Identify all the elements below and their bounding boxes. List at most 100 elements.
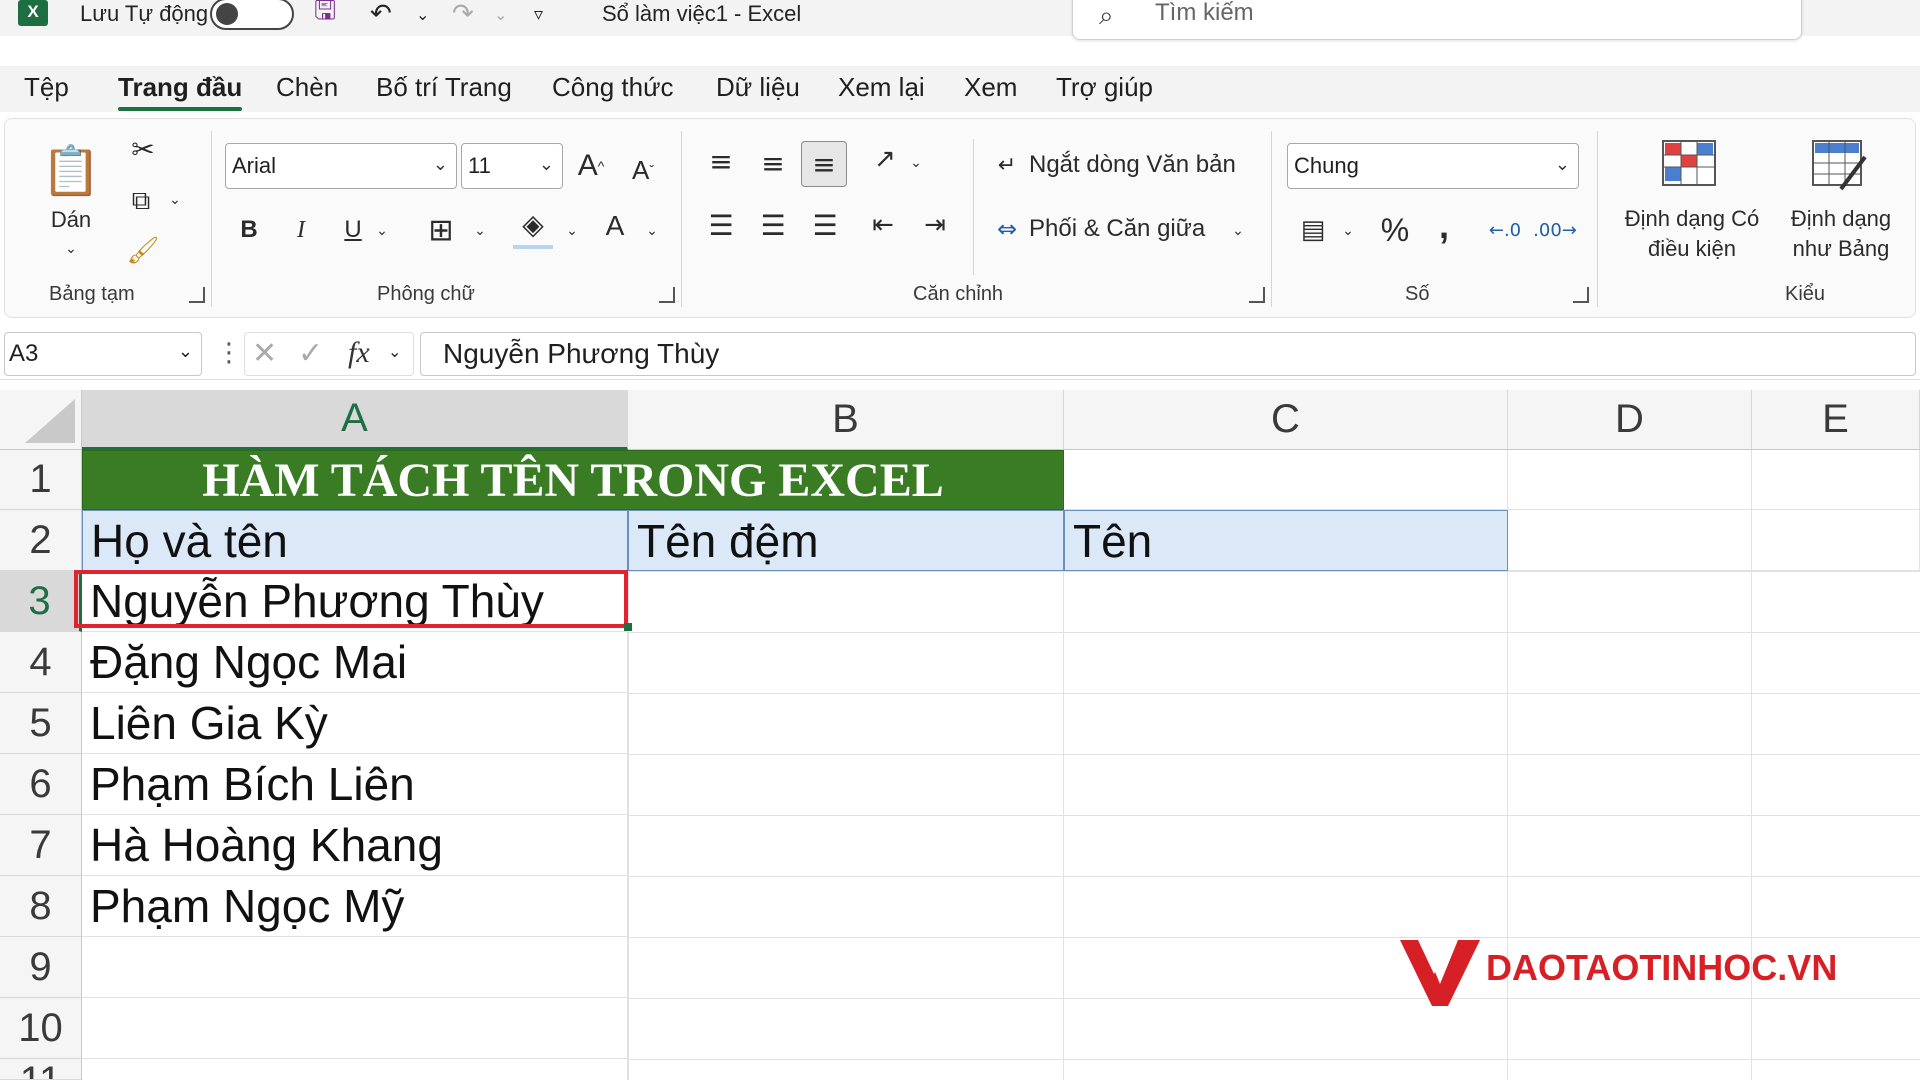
tab-review[interactable]: Xem lại xyxy=(838,72,925,103)
align-bottom-icon[interactable]: ≡ xyxy=(801,141,847,187)
insert-function-icon[interactable]: fx xyxy=(348,336,370,370)
autosave-toggle[interactable] xyxy=(210,0,294,30)
row-header-4[interactable]: 4 xyxy=(0,632,82,693)
column-header-d[interactable]: D xyxy=(1508,390,1752,450)
fill-handle[interactable] xyxy=(624,623,632,631)
column-header-c[interactable]: C xyxy=(1064,390,1508,450)
cell-a5[interactable]: Liên Gia Kỳ xyxy=(82,693,628,754)
row-header-8[interactable]: 8 xyxy=(0,876,82,937)
row-header-1[interactable]: 1 xyxy=(0,450,82,510)
cell[interactable] xyxy=(1064,450,1508,510)
tab-help[interactable]: Trợ giúp xyxy=(1056,72,1153,103)
cell[interactable] xyxy=(1752,510,1920,571)
decrease-font-icon[interactable]: Aˇ xyxy=(623,147,663,193)
conditional-formatting-icon[interactable] xyxy=(1661,139,1717,187)
orientation-icon[interactable]: ↗ xyxy=(865,139,905,179)
row-header-5[interactable]: 5 xyxy=(0,693,82,754)
increase-decimal-icon[interactable]: ←.0 xyxy=(1483,207,1527,253)
font-size-combo[interactable]: 11 ⌄ xyxy=(461,143,563,189)
underline-icon[interactable]: U xyxy=(335,207,371,253)
customize-toolbar-icon[interactable]: ▿ xyxy=(534,0,543,28)
save-icon[interactable]: 🖫 xyxy=(314,0,336,28)
cell[interactable] xyxy=(1508,510,1752,571)
format-as-table-label-1[interactable]: Định dạng xyxy=(1775,203,1907,235)
cell-a10[interactable] xyxy=(82,998,628,1059)
tab-page-layout[interactable]: Bố trí Trang xyxy=(376,72,512,103)
format-as-table-icon[interactable] xyxy=(1811,139,1867,193)
cell-a4[interactable]: Đặng Ngọc Mai xyxy=(82,632,628,693)
header-cell-a2[interactable]: Họ và tên xyxy=(82,510,628,571)
accounting-dropdown-icon[interactable]: ⌄ xyxy=(1337,211,1359,251)
header-cell-c2[interactable]: Tên xyxy=(1064,510,1508,571)
number-format-combo[interactable]: Chung ⌄ xyxy=(1287,143,1579,189)
increase-indent-icon[interactable]: ⇥ xyxy=(915,205,955,245)
cell-a7[interactable]: Hà Hoàng Khang xyxy=(82,815,628,876)
chevron-down-icon[interactable]: ⌄ xyxy=(388,342,401,361)
select-all-corner[interactable] xyxy=(0,390,82,450)
row-header-6[interactable]: 6 xyxy=(0,754,82,815)
bold-icon[interactable]: B xyxy=(231,207,267,253)
row-header-11[interactable]: 11 xyxy=(0,1059,82,1080)
merge-dropdown-icon[interactable]: ⌄ xyxy=(1225,211,1251,251)
cell-a3[interactable]: Nguyễn Phương Thùy xyxy=(82,571,628,632)
align-middle-icon[interactable]: ≡ xyxy=(753,143,793,183)
align-left-icon[interactable]: ☰ xyxy=(701,205,741,245)
row-header-7[interactable]: 7 xyxy=(0,815,82,876)
clipboard-launcher-icon[interactable] xyxy=(189,287,205,303)
undo-icon[interactable]: ↶ xyxy=(370,0,392,29)
italic-icon[interactable]: I xyxy=(283,207,319,253)
tab-data[interactable]: Dữ liệu xyxy=(716,72,800,103)
tab-formulas[interactable]: Công thức xyxy=(552,72,673,103)
cell[interactable] xyxy=(1508,450,1752,510)
more-options-icon[interactable]: ⋮ xyxy=(216,338,242,368)
wrap-text-icon[interactable]: ↵ xyxy=(989,145,1025,185)
merge-center-button[interactable]: Phối & Căn giữa xyxy=(1029,209,1205,249)
header-cell-b2[interactable]: Tên đệm xyxy=(628,510,1064,571)
redo-dropdown-icon[interactable]: ⌄ xyxy=(494,0,507,28)
cut-icon[interactable]: ✂ xyxy=(123,129,163,169)
align-center-icon[interactable]: ☰ xyxy=(753,205,793,245)
font-launcher-icon[interactable] xyxy=(659,287,675,303)
comma-style-icon[interactable]: , xyxy=(1429,203,1459,249)
borders-dropdown-icon[interactable]: ⌄ xyxy=(469,211,491,251)
increase-font-icon[interactable]: A ^ xyxy=(571,143,611,189)
cell-a6[interactable]: Phạm Bích Liên xyxy=(82,754,628,815)
row-header-9[interactable]: 9 xyxy=(0,937,82,998)
row-header-2[interactable]: 2 xyxy=(0,510,82,571)
cancel-icon[interactable]: ✕ xyxy=(252,336,277,371)
title-cell[interactable]: HÀM TÁCH TÊN TRONG EXCEL xyxy=(82,450,1064,510)
wrap-text-button[interactable]: Ngắt dòng Văn bản xyxy=(1029,145,1236,185)
fill-color-icon[interactable]: ◈ xyxy=(513,203,553,249)
cell-a9[interactable] xyxy=(82,937,628,998)
tab-insert[interactable]: Chèn xyxy=(276,72,338,103)
orientation-dropdown-icon[interactable]: ⌄ xyxy=(905,143,927,183)
fill-dropdown-icon[interactable]: ⌄ xyxy=(561,211,583,251)
conditional-formatting-label-1[interactable]: Định dạng Có xyxy=(1609,203,1775,235)
align-top-icon[interactable]: ≡ xyxy=(701,141,741,181)
tab-view[interactable]: Xem xyxy=(964,72,1017,103)
cell[interactable] xyxy=(1752,450,1920,510)
redo-icon[interactable]: ↷ xyxy=(452,0,474,29)
tab-file[interactable]: Tệp xyxy=(24,72,69,103)
paste-label[interactable]: Dán xyxy=(41,203,101,237)
formula-input[interactable]: Nguyễn Phương Thùy xyxy=(420,332,1916,376)
column-header-a[interactable]: A xyxy=(82,390,628,450)
name-box[interactable]: A3 ⌄ xyxy=(4,332,202,376)
paste-dropdown-icon[interactable]: ⌄ xyxy=(57,237,85,261)
borders-icon[interactable]: ⊞ xyxy=(421,207,461,253)
accounting-format-icon[interactable]: ▤ xyxy=(1293,207,1333,253)
number-launcher-icon[interactable] xyxy=(1573,287,1589,303)
paste-icon[interactable]: 📋 xyxy=(41,135,101,205)
copy-dropdown-icon[interactable]: ⌄ xyxy=(163,185,187,215)
copy-icon[interactable]: ⧉ xyxy=(121,181,161,221)
search-box[interactable]: ⌕ Tìm kiếm xyxy=(1072,0,1802,40)
align-right-icon[interactable]: ☰ xyxy=(805,205,845,245)
format-as-table-label-2[interactable]: như Bảng xyxy=(1775,233,1907,265)
format-painter-icon[interactable]: 🖌 xyxy=(123,231,163,271)
tab-home[interactable]: Trang đầu xyxy=(118,72,243,111)
percent-icon[interactable]: % xyxy=(1375,207,1415,253)
merge-center-icon[interactable]: ⇔ xyxy=(989,209,1025,249)
decrease-decimal-icon[interactable]: .00→ xyxy=(1533,207,1577,253)
font-color-icon[interactable]: A xyxy=(595,203,635,249)
decrease-indent-icon[interactable]: ⇤ xyxy=(863,205,903,245)
